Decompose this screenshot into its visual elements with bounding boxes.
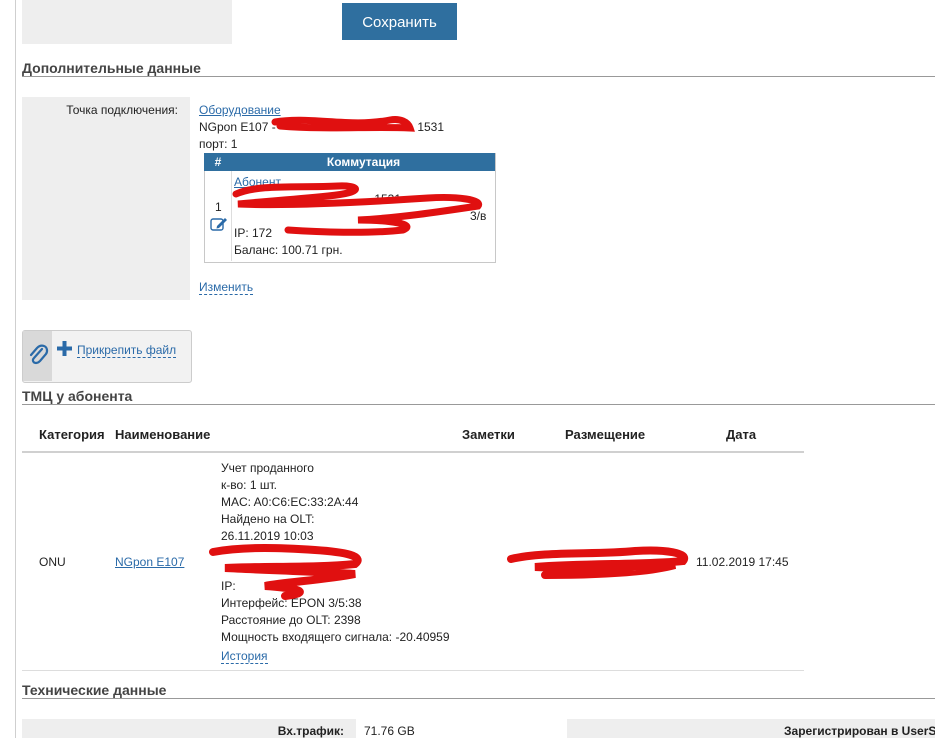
col-header-category: Категория xyxy=(39,427,105,442)
connection-label-panel xyxy=(22,97,190,300)
change-link[interactable]: Изменить xyxy=(199,280,254,295)
section-title-tmc: ТМЦ у абонента xyxy=(22,388,133,404)
commutation-col-title: Коммутация xyxy=(326,155,401,169)
row-category: ONU xyxy=(39,555,66,569)
row-name-link[interactable]: NGpon E107 xyxy=(115,555,184,569)
detail-line: Найдено на OLT: xyxy=(221,511,315,526)
paperclip-icon xyxy=(27,342,49,371)
device-name: NGpon E107 - xyxy=(199,120,276,134)
left-border-line xyxy=(15,0,16,738)
in-traffic-label: Вх.трафик: xyxy=(277,724,344,738)
attach-file-link[interactable]: Прикрепить файл xyxy=(77,343,177,358)
detail-line: Мощность входящего сигнала: -20.40959 xyxy=(221,629,450,644)
col-header-date: Дата xyxy=(726,427,757,442)
save-button[interactable]: Сохранить xyxy=(342,3,457,40)
commutation-balance: Баланс: 100.71 грн. xyxy=(234,243,343,257)
edit-icon[interactable] xyxy=(210,216,228,235)
redaction-scribble xyxy=(507,546,689,579)
top-gray-panel xyxy=(22,0,232,44)
detail-line: к-во: 1 шт. xyxy=(221,477,277,492)
col-header-name: Наименование xyxy=(115,427,211,442)
port-info: порт: 1 xyxy=(199,137,238,151)
section-divider xyxy=(22,404,935,405)
equipment-link[interactable]: Оборудование xyxy=(199,103,281,117)
detail-line: MAC: A0:C6:EC:33:2A:44 xyxy=(221,494,359,509)
commutation-col-num: # xyxy=(214,155,222,169)
commutation-header: # Коммутация xyxy=(204,153,495,171)
col-header-placement: Размещение xyxy=(565,427,646,442)
plus-icon[interactable] xyxy=(56,340,73,360)
table-row-divider xyxy=(22,670,804,671)
history-link[interactable]: История xyxy=(221,649,268,664)
redaction-scribble xyxy=(271,116,415,132)
connection-label: Точка подключения: xyxy=(66,103,178,117)
commutation-row-num: 1 xyxy=(215,200,222,214)
section-title-extra: Дополнительные данные xyxy=(22,60,201,76)
section-title-tech: Технические данные xyxy=(22,682,167,698)
section-divider xyxy=(22,698,935,699)
redaction-scribble xyxy=(232,182,483,236)
table-header-divider xyxy=(22,451,804,453)
detail-line: Учет проданного xyxy=(221,461,314,475)
device-prefix: NGpon E107 - xyxy=(199,120,276,134)
row-date: 11.02.2019 17:45 xyxy=(696,555,789,569)
detail-line: Расстояние до OLT: 2398 xyxy=(221,613,361,628)
section-divider xyxy=(22,76,935,77)
in-traffic-value: 71.76 GB xyxy=(364,724,415,738)
redaction-scribble xyxy=(209,544,362,600)
registered-label: Зарегистрирован в UserSi xyxy=(784,724,935,738)
col-header-notes: Заметки xyxy=(462,427,515,442)
